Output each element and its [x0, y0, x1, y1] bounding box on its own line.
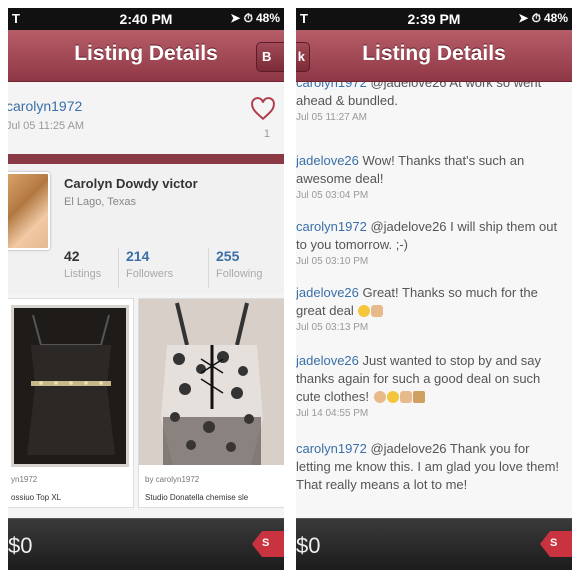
avatar[interactable] — [8, 172, 50, 250]
listing-username[interactable]: carolyn1972 — [8, 98, 82, 114]
thumbs-up-emoji-icon — [399, 391, 412, 403]
comment-date: Jul 05 03:13 PM — [296, 322, 369, 333]
item-seller: by carolyn1972 — [145, 475, 200, 484]
thumbs-up-emoji-icon — [371, 305, 384, 317]
nav-button[interactable]: B — [256, 42, 284, 72]
party-emoji-icon — [412, 391, 425, 403]
status-bar: T 2:39 PM ➤ ⏱ 48% — [296, 8, 572, 30]
bottom-bar: $0 S — [8, 518, 284, 570]
sold-tag[interactable]: S — [252, 531, 284, 557]
comment-date: Jul 14 04:55 PM — [296, 408, 369, 419]
stat-following[interactable]: 255 Following — [216, 248, 284, 290]
heart-icon[interactable] — [250, 96, 276, 122]
comment: carolyn1972 @jadelove26 Thank you for le… — [296, 440, 572, 494]
stat-divider — [208, 248, 209, 288]
listing-date: Jul 05 11:25 AM — [8, 120, 85, 132]
comment-user[interactable]: carolyn1972 — [296, 219, 367, 234]
comment: carolyn1972 @jadelove26 I will ship them… — [296, 218, 572, 267]
comment-date: Jul 05 03:04 PM — [296, 190, 369, 201]
listing-header: carolyn1972 Jul 05 11:25 AM 1 — [8, 82, 284, 154]
item-title: ossiuo Top XL — [11, 493, 62, 502]
comment: jadelove26 Just wanted to stop by and sa… — [296, 352, 572, 419]
comment-date: Jul 05 03:10 PM — [296, 256, 369, 267]
comments-list: carolyn1972 @jadelove26 At work so went … — [296, 82, 572, 520]
comment-user[interactable]: carolyn1972 — [296, 441, 367, 456]
status-bar: T 2:40 PM ➤ ⏱ 48% — [8, 8, 284, 30]
price-label: $0 — [8, 533, 33, 558]
left-screenshot: T 2:40 PM ➤ ⏱ 48% Listing Details B carol… — [8, 8, 284, 570]
listing-card[interactable]: yn1972 ossiuo Top XL — [8, 298, 134, 508]
comment: carolyn1972 @jadelove26 At work so went … — [296, 82, 572, 123]
dress-photo — [11, 305, 129, 467]
navigation-bar: k Listing Details — [296, 30, 572, 82]
navigation-bar: Listing Details B — [8, 30, 284, 82]
seller-location: El Lago, Texas — [64, 196, 136, 208]
divider-bar — [8, 154, 284, 164]
sold-tag[interactable]: S — [540, 531, 572, 557]
stat-divider — [118, 248, 119, 288]
right-screenshot: T 2:39 PM ➤ ⏱ 48% k Listing Details carol… — [296, 8, 572, 570]
like-count: 1 — [263, 128, 270, 140]
page-title: Listing Details — [362, 42, 506, 65]
page-title: Listing Details — [74, 42, 218, 65]
clap-emoji-icon — [373, 391, 386, 403]
item-title: Studio Donatella chemise sle — [145, 493, 249, 502]
item-seller: yn1972 — [11, 475, 38, 484]
location-icon: ➤ ⏱ — [230, 11, 253, 25]
price-label: $0 — [296, 533, 321, 558]
comment: jadelove26 Wow! Thanks that's such an aw… — [296, 152, 572, 201]
listing-card[interactable]: by carolyn1972 Studio Donatella chemise … — [138, 298, 284, 508]
comment-date: Jul 05 11:27 AM — [296, 112, 367, 123]
top-photo — [139, 299, 284, 465]
battery-indicator: ➤ ⏱ 48% — [230, 11, 280, 25]
comment: jadelove26 Great! Thanks so much for the… — [296, 284, 572, 333]
bottom-bar: $0 S — [296, 518, 572, 570]
seller-name[interactable]: Carolyn Dowdy victor — [64, 176, 198, 191]
comment-user[interactable]: jadelove26 — [296, 353, 359, 368]
comment-user[interactable]: jadelove26 — [296, 153, 359, 168]
seller-profile: Carolyn Dowdy victor El Lago, Texas 42 L… — [8, 164, 284, 294]
smile-emoji-icon — [358, 305, 371, 317]
smile-emoji-icon — [386, 391, 399, 403]
comment-user[interactable]: jadelove26 — [296, 285, 359, 300]
comment-user[interactable]: carolyn1972 — [296, 82, 367, 90]
location-icon: ➤ ⏱ — [518, 11, 541, 25]
battery-indicator: ➤ ⏱ 48% — [518, 11, 568, 25]
